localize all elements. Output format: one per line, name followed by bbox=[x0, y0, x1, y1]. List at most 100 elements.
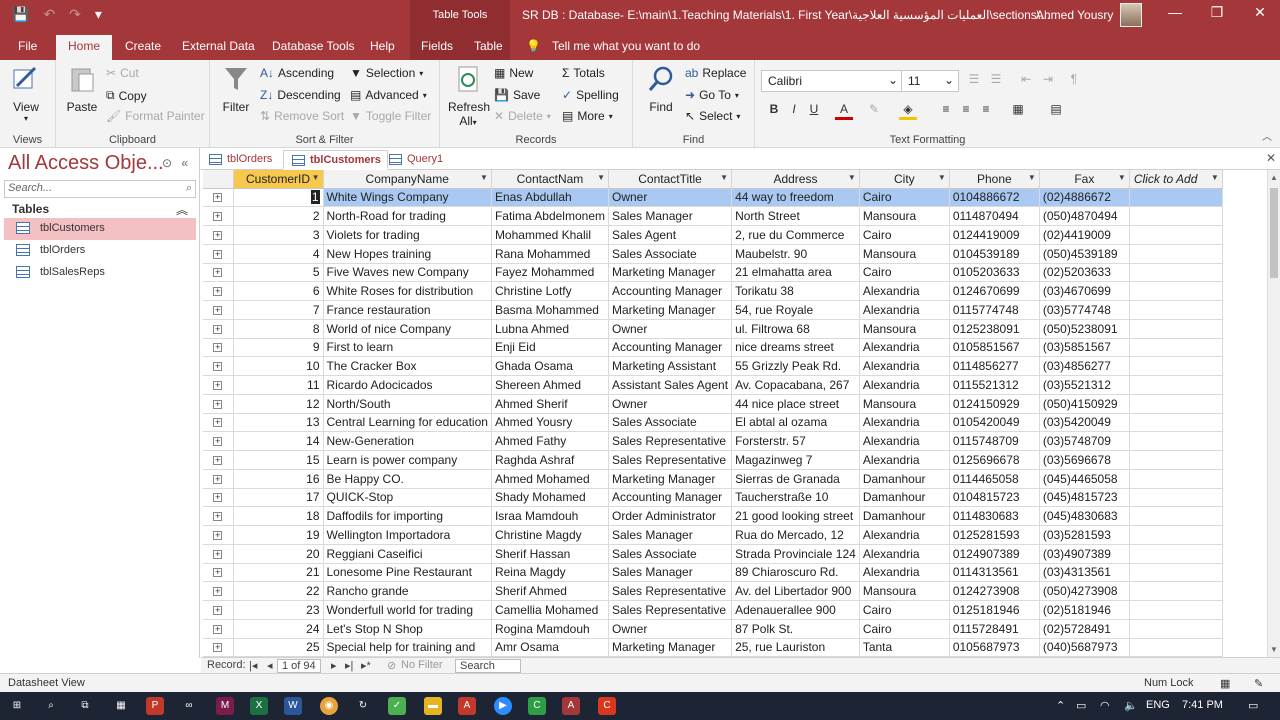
cell-city[interactable]: Alexandria bbox=[859, 356, 950, 376]
expand-row-icon[interactable]: + bbox=[203, 225, 234, 245]
cell-companyname[interactable]: New Hopes training bbox=[323, 244, 492, 264]
cell-fax[interactable]: (03)5774748 bbox=[1039, 300, 1130, 320]
cell-phone[interactable]: 0115774748 bbox=[949, 300, 1040, 320]
cell-contactname[interactable]: Mohammed Khalil bbox=[491, 225, 610, 245]
cell-fax[interactable]: (050)5238091 bbox=[1039, 319, 1130, 339]
access-icon[interactable]: A bbox=[562, 697, 580, 715]
cell-fax[interactable]: (03)4856277 bbox=[1039, 356, 1130, 376]
cell-phone[interactable]: 0104539189 bbox=[949, 244, 1040, 264]
cell-customerid[interactable]: 3 bbox=[233, 225, 324, 245]
zoom-icon[interactable]: ▶ bbox=[494, 697, 512, 715]
cell-contactname[interactable]: Christine Lotfy bbox=[491, 281, 610, 301]
cell-companyname[interactable]: Daffodils for importing bbox=[323, 506, 492, 526]
customize-qat-icon[interactable]: ▾ bbox=[95, 6, 102, 23]
tell-me-box[interactable]: Tell me what you want to do bbox=[552, 39, 700, 53]
column-header-phone[interactable]: Phone ▼ bbox=[949, 170, 1040, 189]
paste-button[interactable]: Paste bbox=[62, 64, 102, 114]
cell-phone[interactable]: 0105851567 bbox=[949, 338, 1040, 358]
cell-click-to-add[interactable] bbox=[1129, 544, 1223, 564]
cell-customerid[interactable]: 19 bbox=[233, 525, 324, 545]
cell-phone[interactable]: 0114313561 bbox=[949, 563, 1040, 583]
cell-fax[interactable]: (03)5420049 bbox=[1039, 413, 1130, 433]
cell-customerid[interactable]: 6 bbox=[233, 281, 324, 301]
cell-city[interactable]: Damanhour bbox=[859, 506, 950, 526]
numbering-icon[interactable]: ☰ bbox=[987, 72, 1005, 90]
select-all-corner[interactable] bbox=[203, 170, 234, 189]
table-row[interactable]: +3 Violets for trading Mohammed Khalil Sale… bbox=[203, 225, 1223, 245]
cell-fax[interactable]: (03)5281593 bbox=[1039, 525, 1130, 545]
cell-phone[interactable]: 0124150929 bbox=[949, 394, 1040, 414]
wifi-icon[interactable]: ◠ bbox=[1100, 699, 1110, 712]
cell-click-to-add[interactable] bbox=[1129, 506, 1223, 526]
cell-contacttitle[interactable]: Sales Representative bbox=[608, 600, 733, 620]
datasheet-view-icon[interactable]: ▦ bbox=[1220, 677, 1230, 690]
cell-companyname[interactable]: Ricardo Adocicados bbox=[323, 375, 492, 395]
cell-click-to-add[interactable] bbox=[1129, 300, 1223, 320]
cell-companyname[interactable]: Special help for training and bbox=[323, 638, 492, 657]
cell-phone[interactable]: 0104886672 bbox=[949, 188, 1040, 208]
cell-customerid[interactable]: 2 bbox=[233, 206, 324, 226]
network-icon[interactable]: ▭ bbox=[1076, 699, 1086, 712]
cell-companyname[interactable]: White Roses for distribution bbox=[323, 281, 492, 301]
cell-address[interactable]: ul. Filtrowa 68 bbox=[731, 319, 860, 339]
cell-companyname[interactable]: Wellington Importadora bbox=[323, 525, 492, 545]
cell-address[interactable]: North Street bbox=[731, 206, 860, 226]
chevron-down-icon[interactable]: ▼ bbox=[720, 173, 728, 182]
cell-city[interactable]: Mansoura bbox=[859, 581, 950, 601]
table-row[interactable]: +16 Be Happy CO. Ahmed Mohamed Marketing Ma… bbox=[203, 469, 1223, 489]
alternate-row-color-icon[interactable]: ▤ bbox=[1047, 102, 1065, 120]
cell-address[interactable]: Maubelstr. 90 bbox=[731, 244, 860, 264]
cell-address[interactable]: 21 elmahatta area bbox=[731, 263, 860, 283]
nav-item-tblcustomers[interactable]: tblCustomers bbox=[4, 218, 196, 240]
spelling-button[interactable]: ✓ Spelling bbox=[562, 88, 619, 102]
cell-customerid[interactable]: 22 bbox=[233, 581, 324, 601]
cell-fax[interactable]: (040)5687973 bbox=[1039, 638, 1130, 657]
cell-fax[interactable]: (02)4886672 bbox=[1039, 188, 1130, 208]
table-row[interactable]: +15 Learn is power company Raghda Ashraf Sa… bbox=[203, 450, 1223, 470]
cell-contactname[interactable]: Israa Mamdouh bbox=[491, 506, 610, 526]
cell-contacttitle[interactable]: Sales Manager bbox=[608, 525, 733, 545]
cell-phone[interactable]: 0114870494 bbox=[949, 206, 1040, 226]
expand-row-icon[interactable]: + bbox=[203, 338, 234, 358]
doc-tab-tblcustomers[interactable]: tblCustomers bbox=[283, 150, 388, 170]
chevron-down-icon[interactable]: ▼ bbox=[1211, 173, 1219, 182]
highlight-icon[interactable]: ✎ bbox=[865, 102, 883, 120]
table-row[interactable]: +12 North/South Ahmed Sherif Owner 44 nice p… bbox=[203, 394, 1223, 414]
cell-city[interactable]: Alexandria bbox=[859, 338, 950, 358]
cell-city[interactable]: Alexandria bbox=[859, 281, 950, 301]
cell-companyname[interactable]: Learn is power company bbox=[323, 450, 492, 470]
cell-city[interactable]: Mansoura bbox=[859, 206, 950, 226]
notifications-icon[interactable]: ▭ bbox=[1248, 699, 1258, 712]
column-header-address[interactable]: Address ▼ bbox=[731, 170, 860, 189]
expand-row-icon[interactable]: + bbox=[203, 263, 234, 283]
format-painter-button[interactable]: 🖌 Format Painter bbox=[106, 109, 205, 123]
app-swirl-icon[interactable]: ↻ bbox=[354, 697, 372, 715]
chevron-down-icon[interactable]: ▼ bbox=[312, 173, 320, 182]
table-row[interactable]: +7 France restauration Basma Mohammed Marke… bbox=[203, 300, 1223, 320]
language-indicator[interactable]: ENG bbox=[1146, 699, 1170, 711]
expand-row-icon[interactable]: + bbox=[203, 525, 234, 545]
cell-contacttitle[interactable]: Sales Associate bbox=[608, 244, 733, 264]
chrome-icon[interactable]: ◉ bbox=[320, 697, 338, 715]
nav-item-tblorders[interactable]: tblOrders bbox=[4, 240, 196, 262]
cell-companyname[interactable]: Lonesome Pine Restaurant bbox=[323, 563, 492, 583]
italic-button[interactable]: I bbox=[785, 102, 803, 120]
minimize-button[interactable]: — bbox=[1160, 4, 1190, 20]
cell-city[interactable]: Cairo bbox=[859, 225, 950, 245]
table-row[interactable]: +24 Let's Stop N Shop Rogina Mamdouh Owner 8… bbox=[203, 619, 1223, 639]
cell-contactname[interactable]: Ahmed Mohamed bbox=[491, 469, 610, 489]
table-row[interactable]: +17 QUICK-Stop Shady Mohamed Accounting Man… bbox=[203, 488, 1223, 508]
cell-contactname[interactable]: Camellia Mohamed bbox=[491, 600, 610, 620]
expand-row-icon[interactable]: + bbox=[203, 469, 234, 489]
column-header-fax[interactable]: Fax ▼ bbox=[1039, 170, 1130, 189]
tab-external-data[interactable]: External Data bbox=[182, 39, 255, 53]
filter-button[interactable]: Filter bbox=[216, 64, 256, 114]
expand-row-icon[interactable]: + bbox=[203, 356, 234, 376]
cell-contactname[interactable]: Shereen Ahmed bbox=[491, 375, 610, 395]
cell-contacttitle[interactable]: Marketing Manager bbox=[608, 300, 733, 320]
cell-contacttitle[interactable]: Accounting Manager bbox=[608, 488, 733, 508]
cell-fax[interactable]: (03)5851567 bbox=[1039, 338, 1130, 358]
cell-city[interactable]: Alexandria bbox=[859, 525, 950, 545]
cell-contactname[interactable]: Rogina Mamdouh bbox=[491, 619, 610, 639]
cell-companyname[interactable]: Violets for trading bbox=[323, 225, 492, 245]
